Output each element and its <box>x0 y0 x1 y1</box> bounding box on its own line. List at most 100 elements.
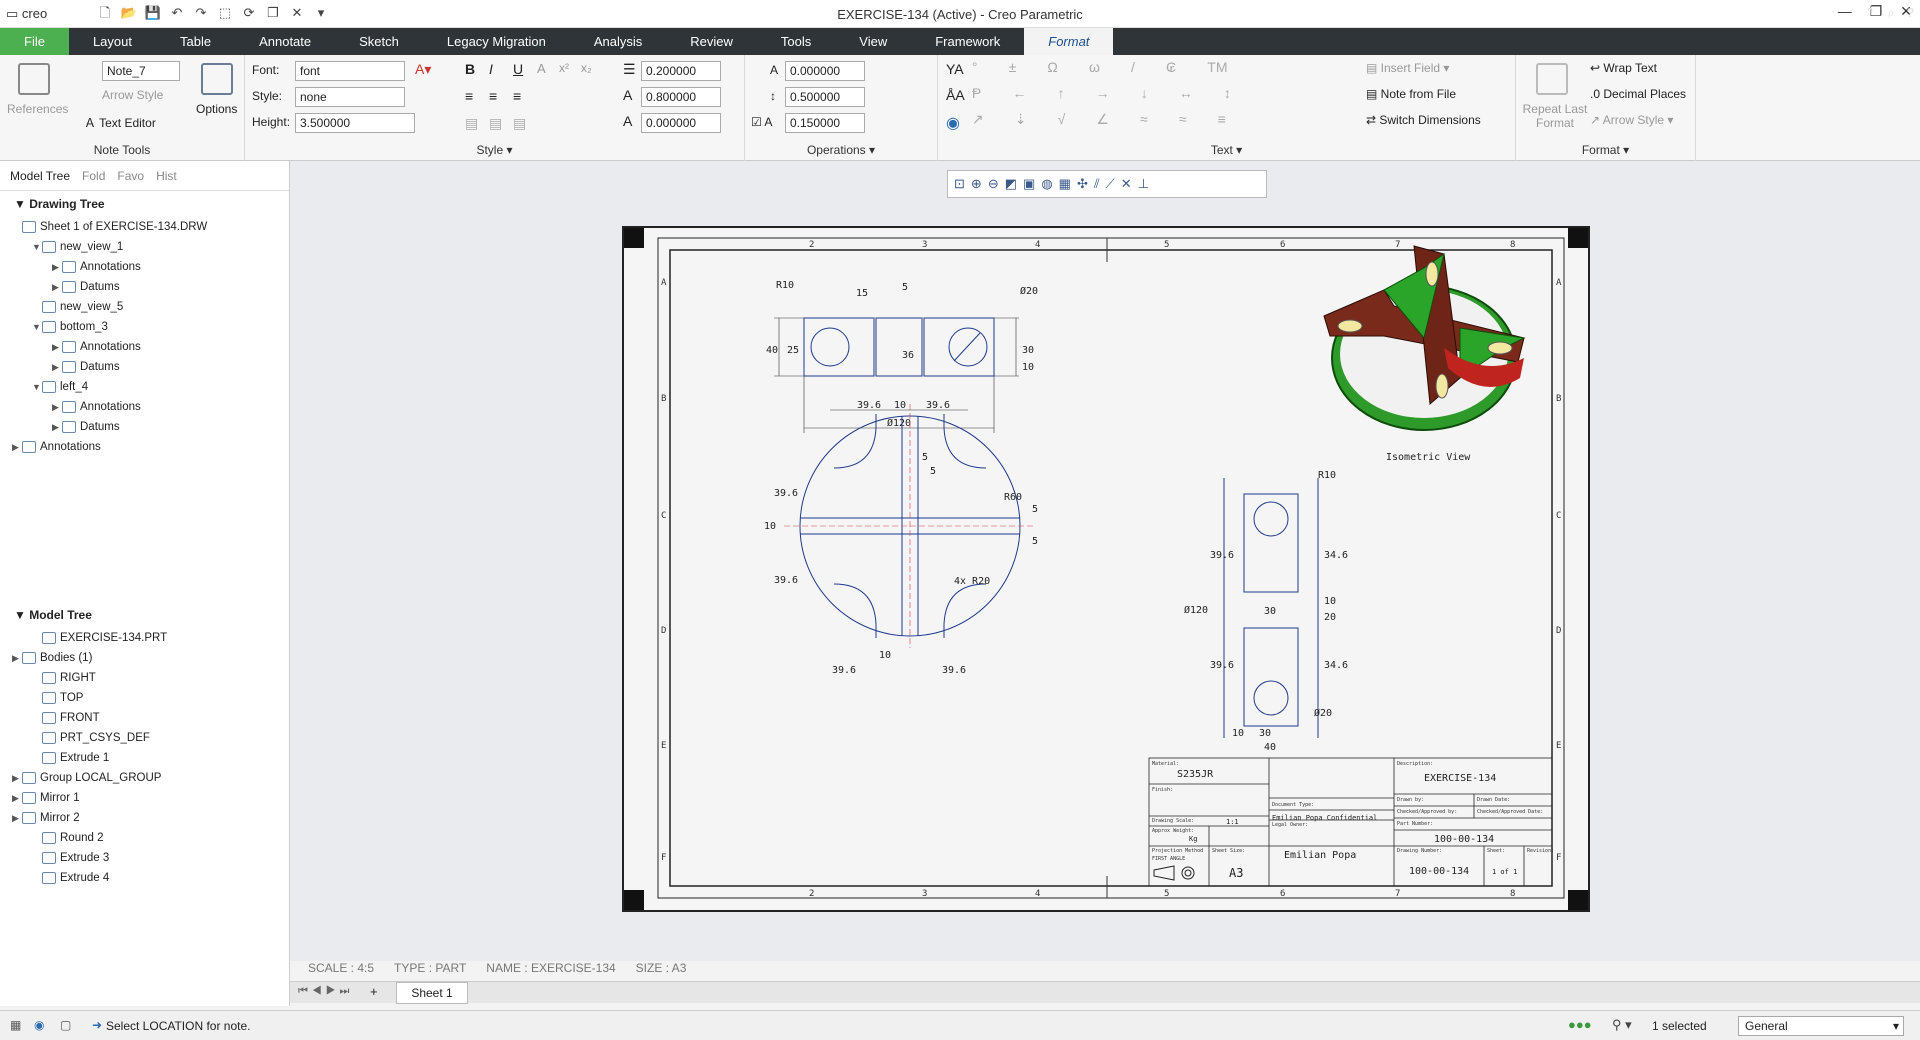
expand-toggle-icon[interactable]: ▶ <box>52 257 62 277</box>
tree-item[interactable]: Sheet 1 of EXERCISE-134.DRW <box>0 217 289 237</box>
tree-item[interactable]: ▼ left_4 <box>0 377 289 397</box>
format-arrow-style-button[interactable]: ↗ Arrow Style ▾ <box>1590 113 1673 127</box>
options-button[interactable]: Options <box>196 102 237 116</box>
tab-file[interactable]: File <box>0 28 69 55</box>
insert-field-button[interactable]: ▤ Insert Field ▾ <box>1366 61 1449 75</box>
panel-tab-2[interactable]: Favo <box>113 161 148 190</box>
spacing-input[interactable]: 0.500000 <box>785 87 865 107</box>
csys-display-icon[interactable]: ⊥ <box>1138 176 1149 192</box>
tab-analysis[interactable]: Analysis <box>570 28 666 55</box>
underline-icon[interactable]: U <box>513 61 523 77</box>
help-icon[interactable]: ? <box>1907 5 1914 21</box>
axis-display-icon[interactable]: ⟋ <box>1106 176 1115 192</box>
expand-toggle-icon[interactable]: ▶ <box>12 788 22 808</box>
tab-annotate[interactable]: Annotate <box>235 28 335 55</box>
tab-framework[interactable]: Framework <box>911 28 1024 55</box>
customize-qat-icon[interactable]: ▾ <box>312 4 330 22</box>
align-left-icon[interactable]: ≡ <box>465 88 473 104</box>
tree-item[interactable]: ▶ Datums <box>0 357 289 377</box>
drawing-tree-header[interactable]: ▼ Drawing Tree <box>0 191 289 217</box>
sheet-nav-arrows[interactable]: ⏮◀▶⏭ <box>298 985 353 998</box>
tree-item[interactable]: Extrude 3 <box>0 848 289 868</box>
tab-tools[interactable]: Tools <box>757 28 835 55</box>
tree-item[interactable]: PRT_CSYS_DEF <box>0 728 289 748</box>
spell-icon[interactable]: ÅA <box>946 87 965 103</box>
tree-item[interactable]: ▶ Group LOCAL_GROUP <box>0 768 289 788</box>
saved-views-icon[interactable]: ▦ <box>1059 176 1071 192</box>
find-icon[interactable]: ⚲ ▾ <box>1612 1017 1632 1033</box>
regen-status-icon[interactable]: ●●● <box>1568 1017 1592 1032</box>
tree-item[interactable]: FRONT <box>0 708 289 728</box>
shade-icon[interactable]: ◍ <box>1041 176 1052 192</box>
globe-icon[interactable]: ◉ <box>946 113 960 133</box>
point-display-icon[interactable]: ✕ <box>1121 176 1132 192</box>
style-select[interactable]: none <box>295 87 405 107</box>
expand-toggle-icon[interactable]: ▶ <box>52 357 62 377</box>
tree-item[interactable]: new_view_5 <box>0 297 289 317</box>
refit-icon[interactable]: ⊡ <box>954 176 965 192</box>
angle-input[interactable]: 0.000000 <box>785 61 865 81</box>
switch-dimensions-button[interactable]: ⇄ Switch Dimensions <box>1366 113 1481 127</box>
references-button[interactable]: References <box>7 102 68 116</box>
panel-tab-3[interactable]: Hist <box>152 161 181 190</box>
tree-item[interactable]: Extrude 1 <box>0 748 289 768</box>
align-center-icon[interactable]: ≡ <box>489 88 497 104</box>
arrow-style-button[interactable]: Arrow Style <box>102 88 163 102</box>
tree-item[interactable]: Extrude 4 <box>0 868 289 888</box>
drawing-sheet[interactable]: 2 3 4 5 6 7 8 2 3 4 5 6 7 8 A B C D E F A B C D E F R10 15 5 Ø… <box>622 226 1590 912</box>
zoom-out-icon[interactable]: ⊖ <box>988 176 999 192</box>
tree-item[interactable]: ▶ Annotations <box>0 437 289 457</box>
symbol-row-2[interactable]: Ᵽ ← ↑ → ↓ ↔ ↕ <box>968 85 1231 101</box>
frame-checkbox[interactable]: ☑ A <box>751 115 772 129</box>
bold-icon[interactable]: B <box>465 61 475 77</box>
minimize-icon[interactable]: — <box>1838 3 1852 20</box>
panel-tab-1[interactable]: Fold <box>78 161 109 190</box>
sheet-tab[interactable]: Sheet 1 <box>396 982 468 1004</box>
tree-item[interactable]: ▶ Annotations <box>0 257 289 277</box>
tree-item[interactable]: ▶ Mirror 1 <box>0 788 289 808</box>
close-window-icon[interactable]: ✕ <box>288 4 306 22</box>
regenerate-icon[interactable]: ⟳ <box>240 4 258 22</box>
expand-toggle-icon[interactable]: ▶ <box>12 768 22 788</box>
tree-item[interactable]: Round 2 <box>0 828 289 848</box>
expand-toggle-icon[interactable]: ▶ <box>52 397 62 417</box>
plane-display-icon[interactable]: ⫽ <box>1094 176 1100 192</box>
superscript-icon[interactable]: x² <box>559 61 569 75</box>
repeat-last-format-button[interactable]: Repeat Last Format <box>1522 102 1588 130</box>
windows-icon[interactable]: ❐ <box>264 4 282 22</box>
zoom-in-icon[interactable]: ⊕ <box>971 176 982 192</box>
symbol-row-3[interactable]: ↗ ⇣ √ ∠ ≈ ≈ ≡ <box>968 111 1226 128</box>
expand-toggle-icon[interactable]: ▶ <box>12 808 22 828</box>
wrap-text-button[interactable]: ↩ Wrap Text <box>1590 61 1657 75</box>
open-icon[interactable]: 📂 <box>120 4 138 22</box>
expand-toggle-icon[interactable]: ▶ <box>52 337 62 357</box>
text-editor-button[interactable]: Ａ Text Editor <box>84 114 156 131</box>
tab-legacy-migration[interactable]: Legacy Migration <box>423 28 570 55</box>
expand-toggle-icon[interactable]: ▶ <box>12 648 22 668</box>
expand-toggle-icon[interactable]: ▶ <box>52 417 62 437</box>
valign-mid-icon[interactable]: ▤ <box>489 115 502 132</box>
search-icon[interactable]: ⌕ <box>1887 5 1894 21</box>
filter-select[interactable]: General ▾ <box>1738 1016 1904 1036</box>
align-right-icon[interactable]: ≡ <box>513 88 521 104</box>
frame-input[interactable]: 0.150000 <box>785 113 865 133</box>
new-icon[interactable]: 🗋 <box>96 4 114 22</box>
panel-tab-0[interactable]: Model Tree <box>6 161 74 190</box>
collapse-ribbon-icon[interactable]: ⌃ <box>1865 5 1876 21</box>
fullscreen-icon[interactable]: ▢ <box>60 1018 71 1032</box>
nav-toggle-icon[interactable]: ▦ <box>10 1018 21 1032</box>
redo-icon[interactable]: ↷ <box>192 4 210 22</box>
symbol-degree[interactable]: ° ± Ω ω / ₢ TM <box>968 59 1228 75</box>
expand-toggle-icon[interactable]: ▼ <box>32 377 42 397</box>
tree-item[interactable]: TOP <box>0 688 289 708</box>
tab-layout[interactable]: Layout <box>69 28 156 55</box>
expand-toggle-icon[interactable]: ▶ <box>12 437 22 457</box>
select-box-icon[interactable]: ⬚ <box>216 4 234 22</box>
model-tree-header[interactable]: ▼ Model Tree <box>0 602 289 628</box>
decimal-places-button[interactable]: .0 Decimal Places <box>1590 87 1686 101</box>
selection-count[interactable]: 1 selected <box>1652 1019 1707 1033</box>
outline-icon[interactable]: A <box>537 61 546 76</box>
font-select[interactable]: font <box>295 61 405 81</box>
tab-sketch[interactable]: Sketch <box>335 28 423 55</box>
width-factor-input[interactable]: 0.800000 <box>641 87 721 107</box>
